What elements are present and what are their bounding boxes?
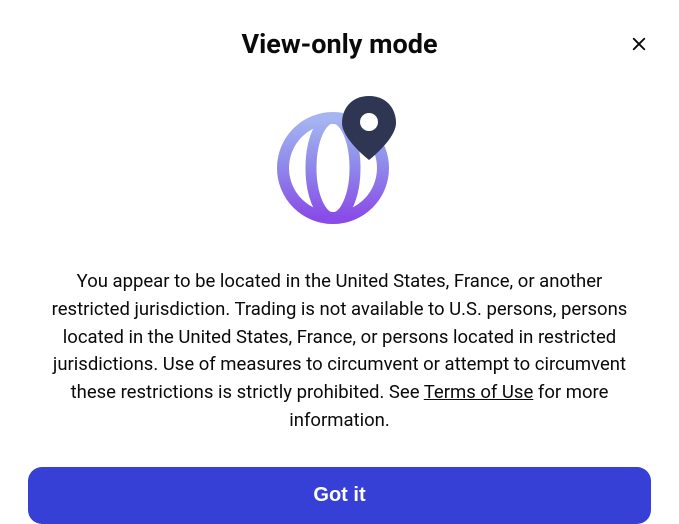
modal-title: View-only mode [241,28,437,60]
got-it-button[interactable]: Got it [28,467,651,524]
close-button[interactable] [625,30,653,58]
terms-of-use-link[interactable]: Terms of Use [424,381,534,403]
modal-header: View-only mode [28,28,651,60]
view-only-modal: View-only mode [0,0,679,513]
modal-body-text: You appear to be located in the United S… [28,268,651,435]
close-icon [630,35,648,53]
globe-location-icon [270,90,410,230]
